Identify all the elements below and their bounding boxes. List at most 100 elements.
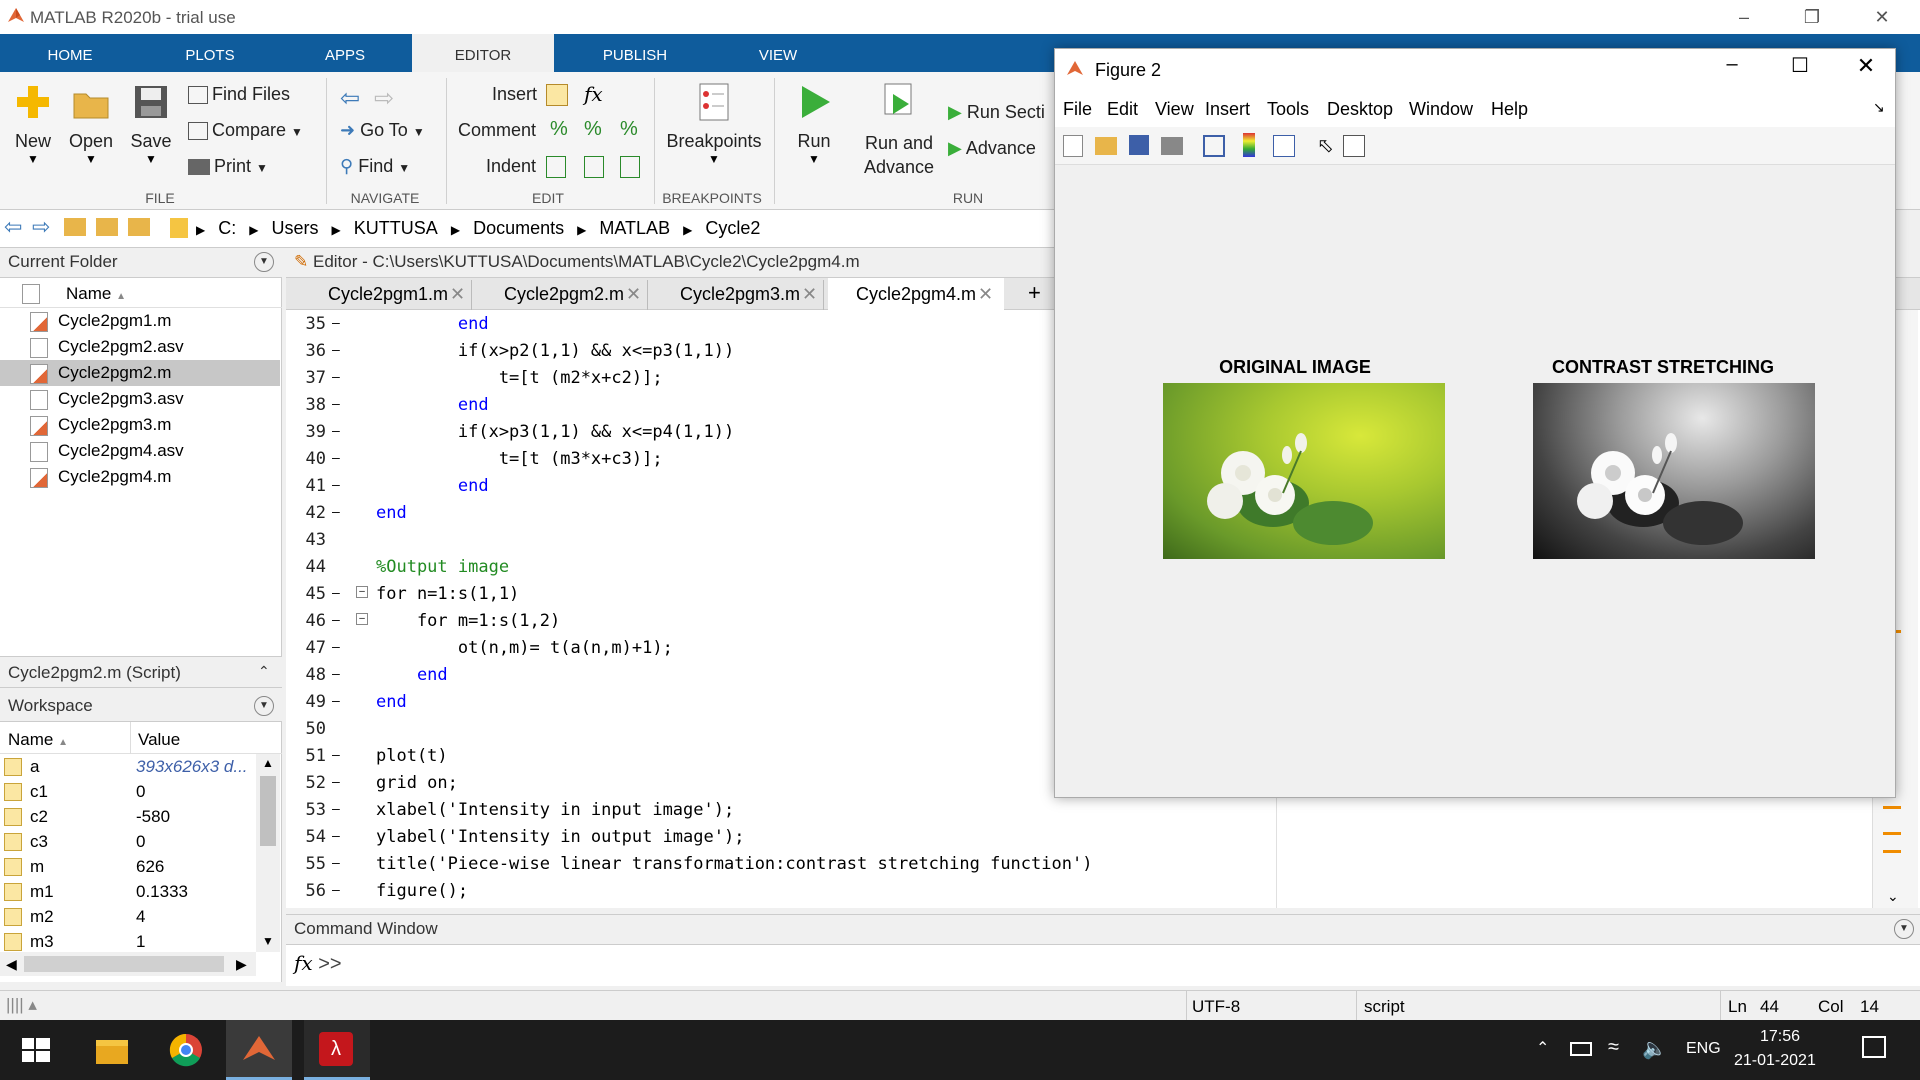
- close-tab-icon[interactable]: ✕: [626, 284, 641, 305]
- table-row[interactable]: m3 1: [0, 929, 256, 952]
- close-button[interactable]: ✕: [1841, 53, 1891, 85]
- wifi-icon[interactable]: ≈: [1608, 1036, 1619, 1059]
- back-icon[interactable]: ⇦: [4, 214, 22, 240]
- scroll-up-icon[interactable]: ▲: [262, 756, 274, 770]
- clock-time[interactable]: 17:56: [1760, 1028, 1800, 1046]
- close-tab-icon[interactable]: ✕: [802, 284, 817, 305]
- menu-edit[interactable]: Edit: [1107, 99, 1138, 120]
- browse-folder-icon[interactable]: [96, 218, 118, 236]
- dock-arrow-icon[interactable]: ↘: [1873, 99, 1885, 116]
- menu-view[interactable]: View: [1155, 99, 1194, 120]
- tab-editor[interactable]: EDITOR: [412, 34, 554, 72]
- list-item[interactable]: Cycle2pgm3.asv: [0, 386, 280, 412]
- wrap-comment-icon[interactable]: %: [620, 118, 638, 141]
- scroll-down-icon[interactable]: ⌄: [1887, 888, 1899, 905]
- column-header-name[interactable]: Name ▲: [0, 278, 282, 308]
- go-to-button[interactable]: ➜ Go To ▼: [340, 120, 425, 141]
- language-indicator[interactable]: ENG: [1686, 1040, 1721, 1058]
- tab-view[interactable]: VIEW: [738, 34, 818, 72]
- details-panel[interactable]: Cycle2pgm2.m (Script) ⌃: [0, 656, 282, 688]
- warning-marker[interactable]: [1883, 850, 1901, 853]
- table-row[interactable]: c1 0: [0, 779, 256, 804]
- up-folder-icon[interactable]: [64, 218, 86, 236]
- increase-indent-icon[interactable]: [584, 156, 604, 178]
- breadcrumb-item[interactable]: KUTTUSA: [354, 218, 438, 238]
- tab-cycle2pgm3[interactable]: Cycle2pgm3.m ✕: [652, 280, 824, 310]
- list-item[interactable]: Cycle2pgm2.m: [0, 360, 280, 386]
- tab-plots[interactable]: PLOTS: [170, 34, 250, 72]
- pointer-icon[interactable]: ⬁: [1317, 133, 1334, 158]
- breadcrumb-item[interactable]: Cycle2: [705, 218, 760, 238]
- minimize-button[interactable]: –: [1714, 0, 1774, 34]
- maximize-button[interactable]: ☐: [1775, 53, 1825, 85]
- menu-help[interactable]: Help: [1491, 99, 1528, 120]
- breadcrumb-item[interactable]: Users: [272, 218, 319, 238]
- menu-tools[interactable]: Tools: [1267, 99, 1309, 120]
- warning-marker[interactable]: [1883, 806, 1901, 809]
- column-header-value[interactable]: Value: [138, 730, 180, 750]
- panel-menu-icon[interactable]: ▼: [254, 252, 274, 272]
- breadcrumb-item[interactable]: C:: [218, 218, 236, 238]
- open-file-icon[interactable]: [1095, 137, 1117, 155]
- insert-button[interactable]: Insert: [492, 84, 537, 105]
- list-item[interactable]: Cycle2pgm2.asv: [0, 334, 280, 360]
- table-row[interactable]: c3 0: [0, 829, 256, 854]
- menu-desktop[interactable]: Desktop: [1327, 99, 1393, 120]
- back-arrow-icon[interactable]: ⇦: [340, 84, 360, 113]
- fold-icon[interactable]: –: [356, 586, 368, 598]
- notification-icon[interactable]: [1862, 1036, 1886, 1058]
- fx-icon[interactable]: fx: [294, 951, 313, 975]
- table-row[interactable]: c2 -580: [0, 804, 256, 829]
- table-row[interactable]: m2 4: [0, 904, 256, 929]
- file-explorer-icon[interactable]: [92, 1030, 132, 1070]
- vertical-scrollbar[interactable]: ▲ ▼: [256, 754, 280, 952]
- menu-file[interactable]: File: [1063, 99, 1092, 120]
- find-button[interactable]: ⚲ Find ▼: [340, 156, 410, 177]
- tab-publish[interactable]: PUBLISH: [590, 34, 680, 72]
- command-input[interactable]: fx >>: [286, 945, 1920, 985]
- smart-indent-icon[interactable]: [546, 156, 566, 178]
- tab-apps[interactable]: APPS: [305, 34, 385, 72]
- list-item[interactable]: Cycle2pgm4.m: [0, 464, 280, 490]
- panel-menu-icon[interactable]: ▼: [254, 696, 274, 716]
- menu-insert[interactable]: Insert: [1205, 99, 1250, 120]
- breakpoints-button[interactable]: Breakpoints ▼: [664, 82, 764, 182]
- scroll-thumb[interactable]: [260, 776, 276, 846]
- uncomment-icon[interactable]: %: [584, 118, 602, 141]
- fold-icon[interactable]: –: [356, 613, 368, 625]
- new-button[interactable]: New ▼: [8, 82, 58, 182]
- clock-date[interactable]: 21-01-2021: [1734, 1052, 1816, 1070]
- add-tab-button[interactable]: +: [1028, 280, 1041, 306]
- tab-cycle2pgm4[interactable]: Cycle2pgm4.m ✕: [828, 278, 1004, 310]
- restore-button[interactable]: ❐: [1782, 0, 1842, 34]
- advance-button[interactable]: ▶ Advance: [948, 138, 1036, 159]
- windows-start-icon[interactable]: [16, 1030, 56, 1070]
- table-row[interactable]: m1 0.1333: [0, 879, 256, 904]
- breadcrumb-item[interactable]: Documents: [473, 218, 564, 238]
- table-row[interactable]: m 626: [0, 854, 256, 879]
- scroll-down-icon[interactable]: ▼: [262, 934, 274, 948]
- colorbar-icon[interactable]: [1243, 133, 1255, 157]
- figure-canvas[interactable]: ORIGINAL IMAGE CONTRAST STRETCHING: [1055, 165, 1895, 797]
- scroll-left-icon[interactable]: ◀: [6, 956, 17, 973]
- run-section-button[interactable]: ▶ Run Secti: [948, 102, 1054, 123]
- print-button[interactable]: Print ▼: [188, 156, 268, 177]
- acrobat-taskbar-button[interactable]: λ: [304, 1020, 370, 1080]
- close-button[interactable]: ✕: [1852, 0, 1912, 34]
- tab-cycle2pgm2[interactable]: Cycle2pgm2.m ✕: [476, 280, 648, 310]
- list-item[interactable]: Cycle2pgm3.m: [0, 412, 280, 438]
- compare-button[interactable]: Compare ▼: [188, 120, 303, 141]
- chrome-icon[interactable]: [166, 1030, 206, 1070]
- list-item[interactable]: Cycle2pgm1.m: [0, 308, 280, 334]
- indent-button[interactable]: Indent: [486, 156, 536, 177]
- comment-button[interactable]: Comment: [458, 120, 536, 141]
- volume-icon[interactable]: 🔈: [1642, 1036, 1667, 1061]
- folder-nav-icon[interactable]: [128, 218, 150, 236]
- table-row[interactable]: a 393x626x3 d...: [0, 754, 256, 779]
- new-figure-icon[interactable]: [1063, 135, 1083, 157]
- legend-icon[interactable]: [1273, 135, 1295, 157]
- scroll-thumb[interactable]: [24, 956, 224, 972]
- forward-arrow-icon[interactable]: ⇨: [374, 84, 394, 113]
- link-plot-icon[interactable]: [1203, 135, 1225, 157]
- open-button[interactable]: Open ▼: [64, 82, 118, 182]
